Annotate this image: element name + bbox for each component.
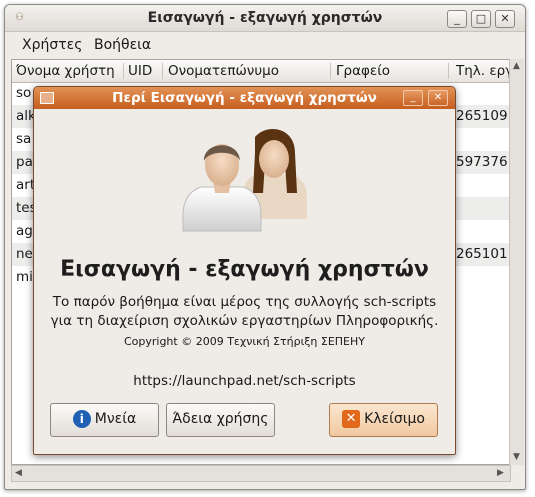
- about-dialog: Περί Εισαγωγή - εξαγωγή χρηστών _ ✕ Εισα…: [33, 86, 456, 455]
- close-label: Κλείσιμο: [364, 411, 425, 427]
- credits-button[interactable]: i Μνεία: [50, 403, 159, 437]
- column-fullname[interactable]: Ονοματεπώνυμο: [168, 63, 279, 79]
- close-button[interactable]: ✕ Κλείσιμο: [329, 403, 438, 437]
- close-icon: ✕: [342, 410, 361, 428]
- username-cell: mi: [16, 269, 33, 285]
- project-link[interactable]: https://launchpad.net/sch-scripts: [34, 373, 455, 389]
- info-icon: i: [72, 410, 91, 428]
- username-cell: pa: [16, 154, 33, 170]
- users-icon: [182, 129, 307, 232]
- scroll-right-icon[interactable]: ▶: [497, 468, 504, 478]
- dialog-title: Περί Εισαγωγή - εξαγωγή χρηστών: [112, 90, 377, 106]
- username-cell: ag: [16, 223, 33, 239]
- license-button[interactable]: Άδεια χρήσης: [166, 403, 275, 437]
- column-office[interactable]: Γραφείο: [336, 63, 390, 79]
- description-line-2: για τη διαχείριση σχολικών εργαστηρίων Π…: [50, 313, 439, 329]
- credits-label: Μνεία: [94, 411, 137, 427]
- menu-help[interactable]: Βοήθεια: [94, 37, 151, 53]
- username-cell: sa: [16, 131, 32, 147]
- dialog-heading: Εισαγωγή - εξαγωγή χρηστών: [60, 257, 429, 282]
- column-work-phone[interactable]: Τηλ. εργ: [456, 63, 510, 79]
- work-phone-cell: 597376: [456, 154, 508, 170]
- maximize-button[interactable]: □: [471, 10, 491, 28]
- menu-bar: Χρήστες Βοήθεια: [5, 32, 525, 57]
- dialog-description: Το παρόν βοήθημα είναι μέρος της συλλογή…: [34, 293, 455, 331]
- scroll-down-icon[interactable]: ▼: [513, 452, 520, 462]
- close-window-button[interactable]: ✕: [495, 10, 515, 28]
- title-bar[interactable]: ⚇ Εισαγωγή - εξαγωγή χρηστών _ □ ✕: [5, 5, 525, 32]
- username-cell: ne: [16, 246, 33, 262]
- vertical-scrollbar[interactable]: ▲ ▼: [509, 59, 524, 465]
- dialog-title-bar[interactable]: Περί Εισαγωγή - εξαγωγή χρηστών _ ✕: [34, 87, 455, 109]
- scroll-left-icon[interactable]: ◀: [15, 468, 22, 478]
- username-cell: so: [16, 85, 32, 101]
- horizontal-scrollbar[interactable]: ◀ ▶: [11, 465, 511, 482]
- dialog-minimize-button[interactable]: _: [403, 90, 423, 106]
- column-uid[interactable]: UID: [128, 63, 152, 79]
- minimize-button[interactable]: _: [447, 10, 467, 28]
- work-phone-cell: 265109: [456, 108, 508, 124]
- table-header: Όνομα χρήστη UID Ονοματεπώνυμο Γραφείο Τ…: [12, 60, 510, 83]
- copyright-text: Copyright © 2009 Τεχνική Στήριξη ΣΕΠΕΗΥ: [123, 335, 366, 348]
- scroll-up-icon[interactable]: ▲: [513, 61, 520, 71]
- description-line-1: Το παρόν βοήθημα είναι μέρος της συλλογή…: [52, 294, 437, 310]
- dialog-close-button[interactable]: ✕: [428, 90, 448, 106]
- license-label: Άδεια χρήσης: [172, 411, 269, 427]
- column-username[interactable]: Όνομα χρήστη: [16, 63, 115, 79]
- work-phone-cell: 265101: [456, 246, 508, 262]
- menu-users[interactable]: Χρήστες: [22, 37, 82, 53]
